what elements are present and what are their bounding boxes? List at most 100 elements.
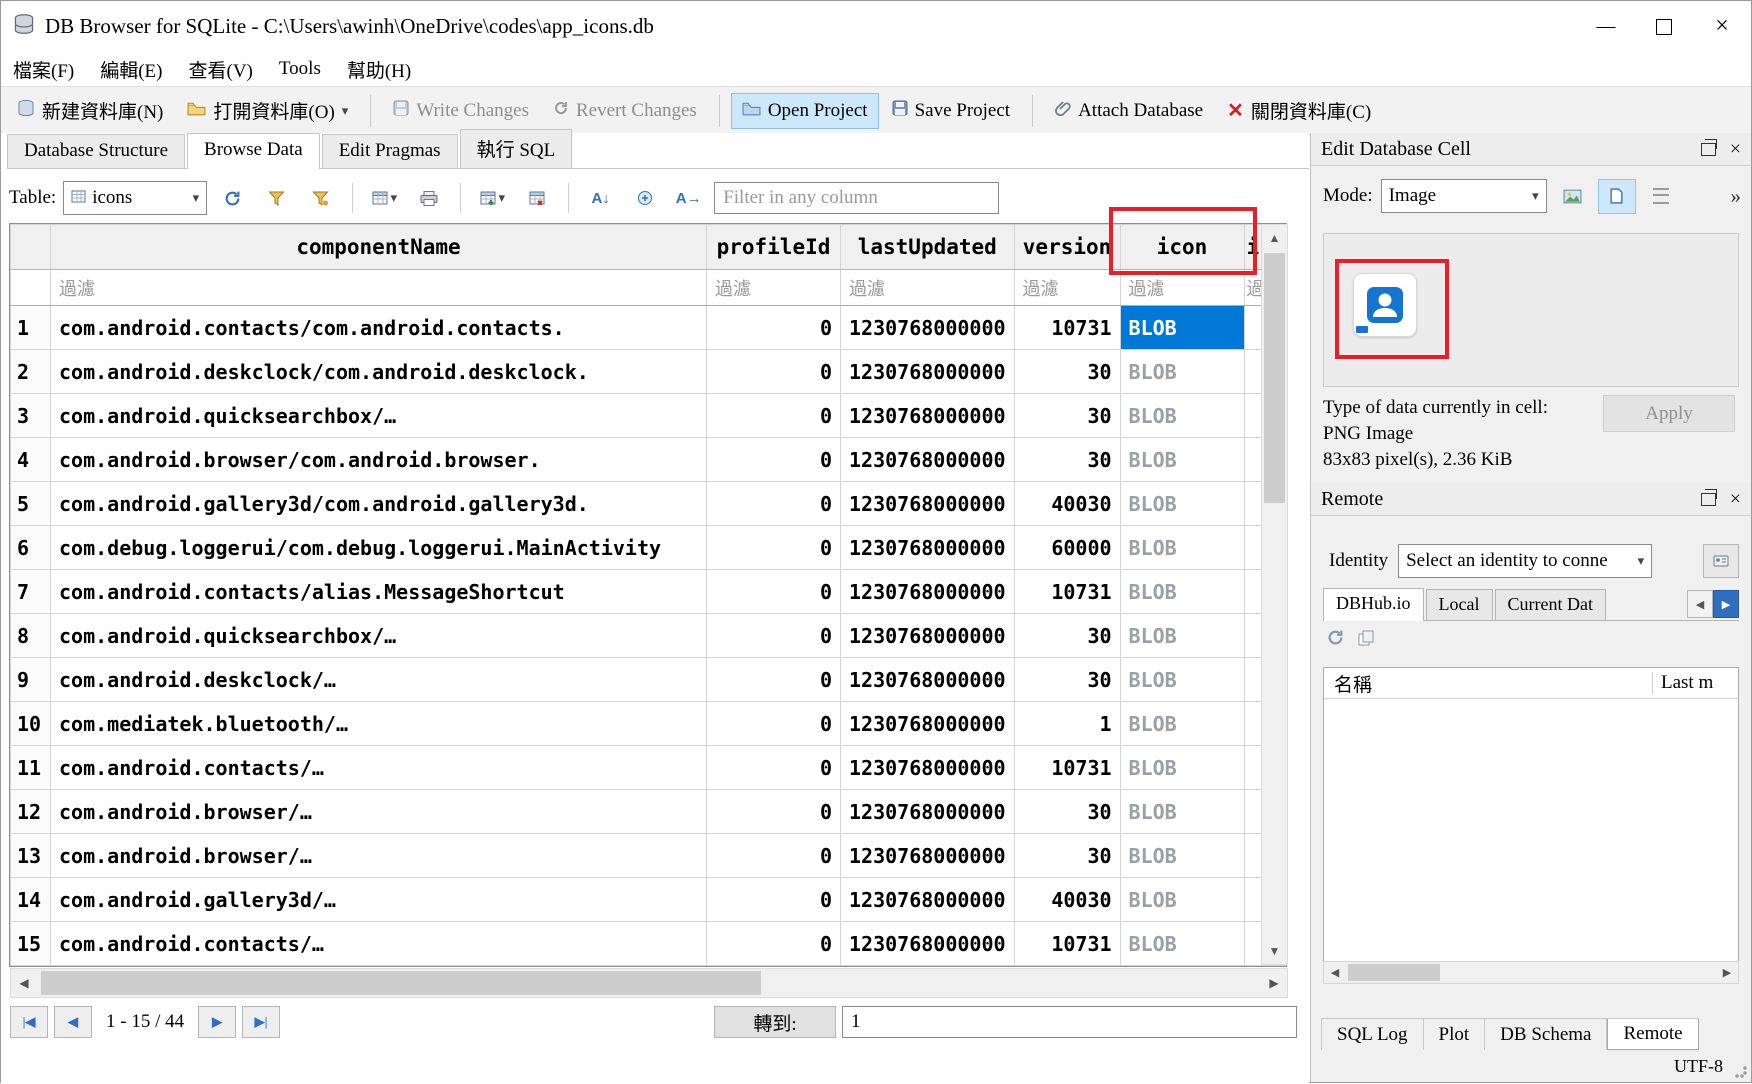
cell-lastupdated[interactable]: 1230768000000 xyxy=(841,702,1015,746)
cell-version[interactable]: 30 xyxy=(1014,438,1120,482)
cell-profileid[interactable]: 0 xyxy=(707,350,841,394)
cell-profileid[interactable]: 0 xyxy=(707,922,841,966)
table-row[interactable]: 5 com.android.gallery3d/com.android.gall… xyxy=(11,482,1286,526)
cell-lastupdated[interactable]: 1230768000000 xyxy=(841,614,1015,658)
save-project-button[interactable]: Save Project xyxy=(882,94,1021,128)
cell-lastupdated[interactable]: 1230768000000 xyxy=(841,790,1015,834)
cell-profileid[interactable]: 0 xyxy=(707,306,841,350)
menu-view[interactable]: 查看(V) xyxy=(189,56,253,83)
row-number[interactable]: 12 xyxy=(11,790,51,834)
cell-icon-blob[interactable]: BLOB xyxy=(1120,570,1244,614)
cell-profileid[interactable]: 0 xyxy=(707,702,841,746)
cell-version[interactable]: 30 xyxy=(1014,394,1120,438)
first-record-button[interactable]: |◀ xyxy=(10,1006,48,1038)
close-panel-icon[interactable]: × xyxy=(1730,139,1741,159)
new-database-button[interactable]: 新建資料庫(N) xyxy=(7,91,173,130)
filter-button[interactable] xyxy=(258,182,295,215)
cell-version[interactable]: 30 xyxy=(1014,834,1120,878)
table-vertical-scrollbar[interactable]: ▲ ▼ xyxy=(1261,224,1288,965)
tab-edit-pragmas[interactable]: Edit Pragmas xyxy=(322,134,458,168)
row-number[interactable]: 14 xyxy=(11,878,51,922)
table-row[interactable]: 10 com.mediatek.bluetooth/… 0 1230768000… xyxy=(11,702,1286,746)
cell-profileid[interactable]: 0 xyxy=(707,482,841,526)
row-number[interactable]: 11 xyxy=(11,746,51,790)
cell-profileid[interactable]: 0 xyxy=(707,438,841,482)
cell-lastupdated[interactable]: 1230768000000 xyxy=(841,834,1015,878)
close-panel-icon[interactable]: × xyxy=(1730,489,1741,509)
cell-version[interactable]: 10731 xyxy=(1014,922,1120,966)
word-wrap-icon[interactable] xyxy=(1643,180,1679,213)
cell-icon-blob[interactable]: BLOB xyxy=(1120,878,1244,922)
filter-cell-profileid[interactable]: 過濾 xyxy=(707,270,841,306)
minimize-button[interactable]: — xyxy=(1577,1,1635,52)
refresh-button[interactable] xyxy=(214,182,251,215)
identity-settings-button[interactable] xyxy=(1703,544,1739,578)
identity-select[interactable]: Select an identity to conne ▾ xyxy=(1398,544,1652,578)
overflow-chevrons-icon[interactable]: » xyxy=(1731,184,1742,209)
cell-componentname[interactable]: com.android.gallery3d/com.android.galler… xyxy=(51,482,707,526)
open-database-button[interactable]: 打開資料庫(O) ▾ xyxy=(177,91,358,130)
row-number[interactable]: 4 xyxy=(11,438,51,482)
table-row[interactable]: 8 com.android.quicksearchbox/… 0 1230768… xyxy=(11,614,1286,658)
cell-componentname[interactable]: com.android.browser/… xyxy=(51,834,707,878)
cell-version[interactable]: 30 xyxy=(1014,790,1120,834)
cell-componentname[interactable]: com.mediatek.bluetooth/… xyxy=(51,702,707,746)
tab-database-structure[interactable]: Database Structure xyxy=(7,134,185,168)
cell-icon-blob[interactable]: BLOB xyxy=(1120,834,1244,878)
filter-cell-lastupdated[interactable]: 過濾 xyxy=(841,270,1015,306)
remote-tab-local[interactable]: Local xyxy=(1426,589,1493,620)
cell-profileid[interactable]: 0 xyxy=(707,614,841,658)
table-row[interactable]: 7 com.android.contacts/alias.MessageShor… xyxy=(11,570,1286,614)
table-row[interactable]: 9 com.android.deskclock/… 0 123076800000… xyxy=(11,658,1286,702)
cell-version[interactable]: 10731 xyxy=(1014,306,1120,350)
cell-version[interactable]: 10731 xyxy=(1014,570,1120,614)
cell-lastupdated[interactable]: 1230768000000 xyxy=(841,482,1015,526)
delete-record-button[interactable] xyxy=(518,182,555,215)
filter-input[interactable] xyxy=(714,182,999,214)
table-row[interactable]: 3 com.android.quicksearchbox/… 0 1230768… xyxy=(11,394,1286,438)
menu-edit[interactable]: 編輯(E) xyxy=(100,56,162,83)
table-row[interactable]: 11 com.android.contacts/… 0 123076800000… xyxy=(11,746,1286,790)
scroll-right-icon[interactable]: ▶ xyxy=(1261,976,1287,991)
table-row[interactable]: 13 com.android.browser/… 0 1230768000000… xyxy=(11,834,1286,878)
menu-file[interactable]: 檔案(F) xyxy=(13,56,74,83)
table-row[interactable]: 1 com.android.contacts/com.android.conta… xyxy=(11,306,1286,350)
cell-version[interactable]: 30 xyxy=(1014,658,1120,702)
scroll-left-icon[interactable]: ◀ xyxy=(11,976,37,991)
float-panel-icon[interactable] xyxy=(1701,143,1716,156)
print-button[interactable] xyxy=(410,182,447,215)
row-number[interactable]: 6 xyxy=(11,526,51,570)
remote-horizontal-scrollbar[interactable]: ◀ ▶ xyxy=(1323,961,1739,984)
row-number[interactable]: 3 xyxy=(11,394,51,438)
column-header-profileid[interactable]: profileId xyxy=(707,225,841,270)
write-changes-button[interactable]: Write Changes xyxy=(383,94,539,128)
table-horizontal-scrollbar[interactable]: ◀ ▶ xyxy=(10,968,1288,998)
cell-icon-blob[interactable]: BLOB xyxy=(1120,922,1244,966)
row-number[interactable]: 7 xyxy=(11,570,51,614)
cell-icon-blob[interactable]: BLOB xyxy=(1120,746,1244,790)
cell-version[interactable]: 40030 xyxy=(1014,482,1120,526)
table-row[interactable]: 12 com.android.browser/… 0 1230768000000… xyxy=(11,790,1286,834)
column-header-icon[interactable]: icon xyxy=(1120,225,1244,270)
cell-lastupdated[interactable]: 1230768000000 xyxy=(841,526,1015,570)
cell-componentname[interactable]: com.android.quicksearchbox/… xyxy=(51,614,707,658)
cell-version[interactable]: 30 xyxy=(1014,350,1120,394)
last-record-button[interactable]: ▶| xyxy=(242,1006,280,1038)
cell-version[interactable]: 40030 xyxy=(1014,878,1120,922)
cell-componentname[interactable]: com.android.contacts/… xyxy=(51,746,707,790)
cell-componentname[interactable]: com.android.contacts/com.android.contact… xyxy=(51,306,707,350)
cell-profileid[interactable]: 0 xyxy=(707,790,841,834)
cell-profileid[interactable]: 0 xyxy=(707,394,841,438)
vertical-scroll-thumb[interactable] xyxy=(1264,253,1285,503)
cell-profileid[interactable]: 0 xyxy=(707,570,841,614)
maximize-button[interactable] xyxy=(1635,1,1693,52)
cell-icon-blob[interactable]: BLOB xyxy=(1120,482,1244,526)
filter-cell-version[interactable]: 過濾 xyxy=(1014,270,1120,306)
dock-tab-db-schema[interactable]: DB Schema xyxy=(1485,1019,1607,1050)
cell-version[interactable]: 10731 xyxy=(1014,746,1120,790)
apply-button[interactable]: Apply xyxy=(1603,395,1735,432)
close-database-button[interactable]: ✕ 關閉資料庫(C) xyxy=(1217,91,1381,130)
remote-clone-button[interactable] xyxy=(1358,630,1375,652)
cell-lastupdated[interactable]: 1230768000000 xyxy=(841,922,1015,966)
cell-icon-blob[interactable]: BLOB xyxy=(1120,438,1244,482)
